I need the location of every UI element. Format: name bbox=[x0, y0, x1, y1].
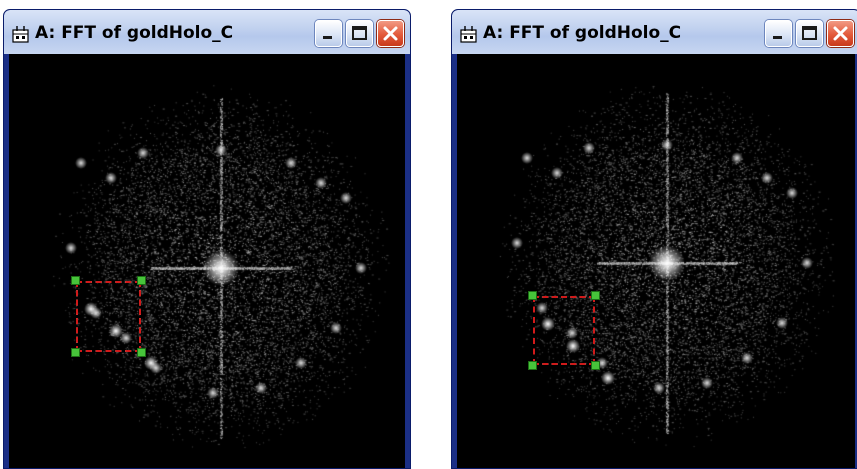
title-bar[interactable]: A: FFT of goldHolo_C bbox=[452, 10, 857, 54]
minimize-icon bbox=[323, 36, 332, 39]
title-bar[interactable]: A: FFT of goldHolo_C bbox=[4, 10, 410, 54]
image-window-icon bbox=[11, 24, 31, 44]
maximize-icon bbox=[802, 26, 817, 40]
minimize-icon bbox=[773, 36, 782, 39]
roi-handle-top-left[interactable] bbox=[528, 291, 537, 300]
close-button[interactable] bbox=[377, 20, 404, 47]
close-icon bbox=[833, 26, 848, 41]
roi-handle-bottom-left[interactable] bbox=[71, 348, 80, 357]
window-title: A: FFT of goldHolo_C bbox=[483, 23, 682, 43]
minimize-button[interactable] bbox=[315, 20, 342, 47]
roi-handle-bottom-right[interactable] bbox=[137, 348, 146, 357]
maximize-icon bbox=[352, 26, 367, 40]
roi-rectangle[interactable] bbox=[533, 296, 595, 365]
window-title: A: FFT of goldHolo_C bbox=[35, 23, 234, 43]
roi-handle-top-right[interactable] bbox=[137, 276, 146, 285]
image-window-icon bbox=[459, 24, 479, 44]
roi-selection[interactable] bbox=[71, 276, 146, 357]
image-area[interactable] bbox=[9, 54, 405, 468]
roi-handle-top-left[interactable] bbox=[71, 276, 80, 285]
fft-image[interactable] bbox=[9, 54, 405, 468]
maximize-button[interactable] bbox=[346, 20, 373, 47]
fft-window-left[interactable]: A: FFT of goldHolo_C bbox=[3, 9, 411, 469]
close-button[interactable] bbox=[827, 20, 854, 47]
fft-image[interactable] bbox=[457, 54, 855, 468]
roi-handle-bottom-left[interactable] bbox=[528, 361, 537, 370]
roi-rectangle[interactable] bbox=[76, 281, 141, 352]
roi-handle-bottom-right[interactable] bbox=[591, 361, 600, 370]
minimize-button[interactable] bbox=[765, 20, 792, 47]
fft-window-right[interactable]: A: FFT of goldHolo_C bbox=[451, 9, 857, 469]
image-area[interactable] bbox=[457, 54, 855, 468]
close-icon bbox=[383, 26, 398, 41]
maximize-button[interactable] bbox=[796, 20, 823, 47]
roi-selection[interactable] bbox=[528, 291, 600, 370]
roi-handle-top-right[interactable] bbox=[591, 291, 600, 300]
